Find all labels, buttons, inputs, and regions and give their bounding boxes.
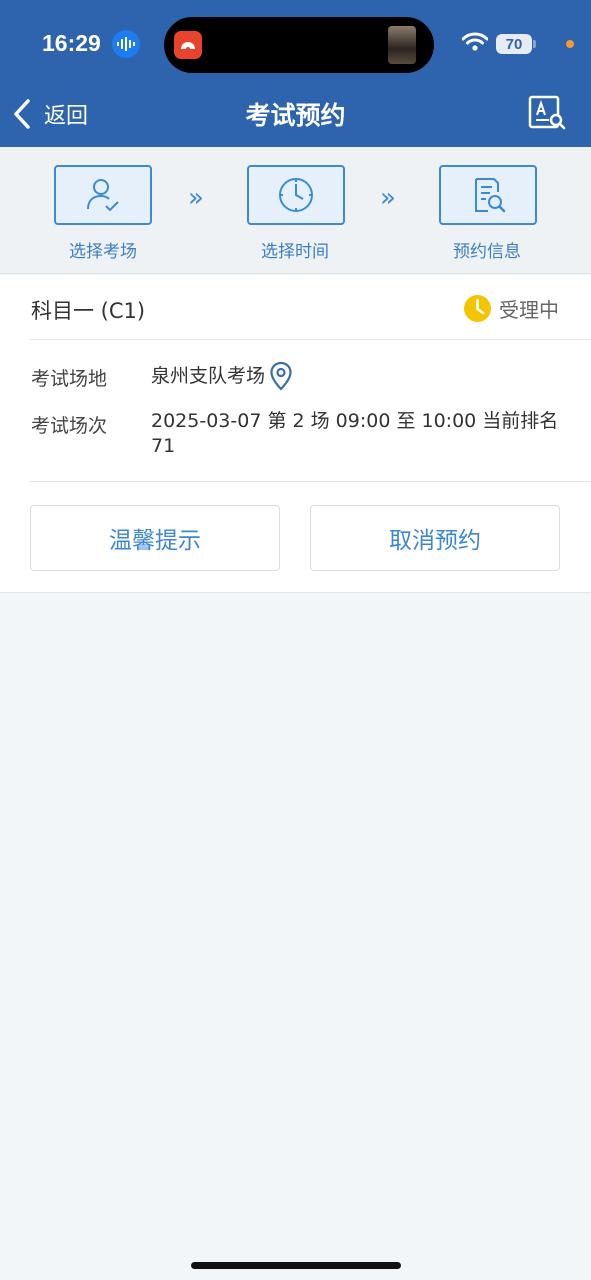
divider [30,339,591,340]
step-label-time: 选择时间 [261,242,329,262]
document-search-button[interactable] [527,95,567,135]
venue-label: 考试场地 [31,368,108,390]
battery-indicator: 70 [496,34,532,54]
step-select-time[interactable] [247,165,345,225]
home-indicator[interactable] [191,1262,401,1269]
step-arrow-icon: » [380,183,396,213]
divider [30,481,591,482]
step-select-venue[interactable] [54,165,152,225]
media-thumbnail [388,26,416,64]
clock-icon [279,178,313,212]
privacy-indicator [566,40,574,48]
venue-row: 泉州支队考场 [151,361,293,391]
document-search-icon [475,178,506,213]
location-pin-icon[interactable] [269,361,293,391]
cancel-booking-button[interactable]: 取消预约 [310,505,560,571]
booking-steps: 选择考场 » 选择时间 » 预约信息 [0,147,591,274]
session-label: 考试场次 [31,415,108,437]
status-text: 受理中 [499,298,559,322]
wifi-icon [461,32,489,56]
venue-value: 泉州支队考场 [151,364,266,387]
voice-activity-icon [112,30,140,58]
dynamic-island [164,17,434,73]
step-booking-info[interactable] [439,165,537,225]
step-label-info: 预约信息 [453,242,521,262]
subject-title: 科目一 (C1) [31,299,146,323]
person-check-icon [87,179,119,212]
tips-button[interactable]: 温馨提示 [30,505,280,571]
step-arrow-icon: » [188,183,204,213]
status-time: 16:29 [42,30,101,56]
header-bar: 16:29 70 返回 考试预约 [0,0,591,147]
booking-card: 科目一 (C1) 受理中 考试场地 泉州支队考场 考试场次 2025-03-07… [0,275,591,593]
app-activity-icon [174,31,202,59]
clock-status-icon [464,295,491,322]
document-search-icon [528,95,566,130]
battery-nub [533,40,536,48]
session-value: 2025-03-07 第 2 场 09:00 至 10:00 当前排名71 [151,410,559,457]
page-title: 考试预约 [245,101,346,130]
status-badge: 受理中 [464,294,559,323]
step-label-venue: 选择考场 [69,242,137,262]
